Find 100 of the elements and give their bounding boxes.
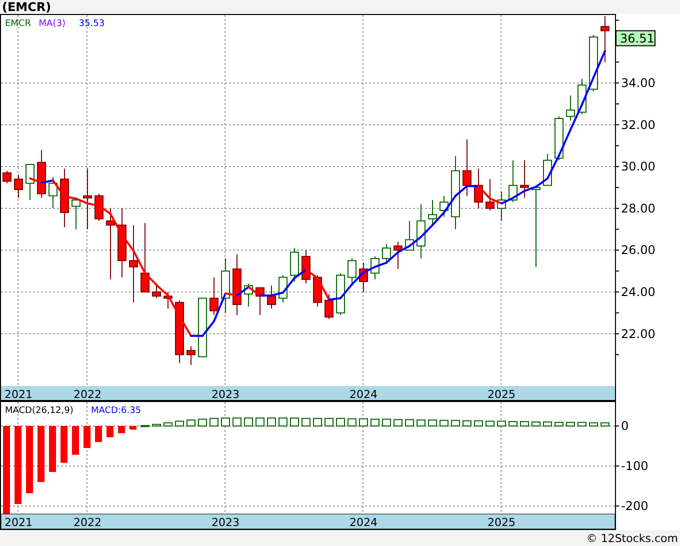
- macd-bar: [232, 418, 242, 426]
- candlestick: [416, 204, 426, 260]
- candlestick: [72, 197, 80, 230]
- candlestick: [497, 191, 506, 222]
- macd-bar: [554, 422, 564, 426]
- macd-bar: [210, 418, 218, 426]
- macd-bar: [221, 418, 230, 426]
- candlestick: [462, 138, 472, 196]
- candlestick: [290, 248, 299, 282]
- candlestick: [370, 256, 380, 280]
- candlestick: [198, 298, 207, 358]
- x-axis-label: 2023: [212, 388, 240, 401]
- macd-bar: [440, 420, 448, 426]
- candlestick: [440, 195, 448, 218]
- y-axis-label: 30.00: [621, 160, 656, 174]
- macd-bar: [106, 426, 114, 438]
- candlestick: [486, 178, 494, 211]
- macd-bar: [543, 422, 552, 426]
- macd-bar: [486, 420, 494, 426]
- macd-bar: [140, 425, 150, 428]
- macd-bar: [278, 418, 288, 426]
- macd-bar: [589, 422, 598, 426]
- candlestick: [152, 285, 161, 299]
- candlestick: [140, 222, 150, 292]
- macd-bar: [474, 420, 483, 426]
- candlestick: [210, 276, 218, 316]
- macd-bar: [405, 419, 414, 426]
- candlestick: [221, 258, 230, 314]
- candlestick: [2, 170, 12, 184]
- candlestick: [14, 174, 23, 198]
- macd-bar: [198, 418, 207, 426]
- candlestick: [26, 164, 34, 200]
- copyright-text: © 12Stocks.com: [586, 532, 678, 544]
- legend-label: 35.53: [78, 19, 105, 29]
- x-axis-label: 2024: [350, 516, 378, 529]
- legend-label: MACD:6.35: [91, 406, 142, 416]
- macd-bar: [84, 426, 90, 448]
- y-axis-label: 34.00: [621, 76, 656, 90]
- candlestick: [520, 160, 529, 198]
- y-axis-label: -100: [621, 459, 648, 473]
- macd-bar: [130, 426, 136, 430]
- y-axis-label: -200: [621, 499, 648, 513]
- candlestick: [336, 272, 345, 316]
- x-axis-label: 2025: [488, 516, 516, 529]
- y-axis-label: 22.00: [621, 326, 656, 341]
- macd-bar: [462, 420, 472, 426]
- macd-bar: [72, 426, 79, 455]
- macd-bar: [49, 426, 56, 472]
- macd-bar: [290, 418, 299, 426]
- candlestick: [256, 287, 264, 316]
- last-price-tag: 36.51: [616, 30, 656, 46]
- macd-bar: [26, 426, 33, 494]
- candlestick: [302, 250, 310, 284]
- macd-bar: [508, 421, 518, 426]
- candlestick: [186, 346, 196, 366]
- x-axis-label: 2025: [488, 388, 516, 401]
- candlestick: [474, 168, 483, 209]
- candlestick: [175, 300, 184, 364]
- candlestick: [554, 116, 564, 161]
- macd-bar: [578, 422, 586, 426]
- macd-bar: [95, 426, 102, 442]
- candlestick: [382, 243, 391, 264]
- candlestick: [428, 200, 437, 226]
- candlestick: [508, 160, 518, 203]
- macd-bar: [336, 418, 345, 426]
- x-axis-label: 2021: [4, 516, 32, 529]
- macd-bar: [256, 418, 264, 426]
- legend-label: EMCR: [5, 19, 31, 29]
- macd-bar: [394, 419, 402, 426]
- macd-bar: [313, 418, 322, 426]
- candlestick: [600, 16, 610, 63]
- macd-bar: [348, 418, 356, 426]
- x-axis-label: 2022: [74, 388, 102, 401]
- macd-bar: [566, 422, 575, 426]
- macd-bar: [302, 418, 310, 426]
- candlestick: [48, 176, 58, 209]
- candlestick: [324, 294, 334, 320]
- macd-bar: [186, 420, 196, 426]
- candlestick: [60, 168, 69, 228]
- macd-bar: [175, 420, 184, 426]
- macd-bar: [324, 418, 334, 426]
- macd-bar: [370, 418, 380, 426]
- candlestick: [164, 291, 172, 310]
- candlestick: [118, 208, 126, 278]
- macd-bar: [359, 418, 368, 426]
- candlestick: [313, 274, 322, 308]
- y-axis-label: 26.00: [621, 243, 656, 258]
- candlestick: [83, 168, 92, 230]
- candlestick: [405, 220, 414, 251]
- macd-bar: [60, 426, 68, 463]
- macd-bar: [451, 420, 460, 426]
- macd-bar: [152, 424, 161, 426]
- macd-bar: [164, 422, 172, 426]
- y-axis-label: 24.00: [621, 284, 656, 299]
- y-axis-label: 28.00: [621, 201, 656, 216]
- candlestick: [94, 193, 104, 222]
- macd-bar: [244, 418, 253, 426]
- macd-bar: [416, 420, 426, 426]
- x-axis-label: 2024: [350, 388, 378, 401]
- macd-bar: [532, 422, 540, 426]
